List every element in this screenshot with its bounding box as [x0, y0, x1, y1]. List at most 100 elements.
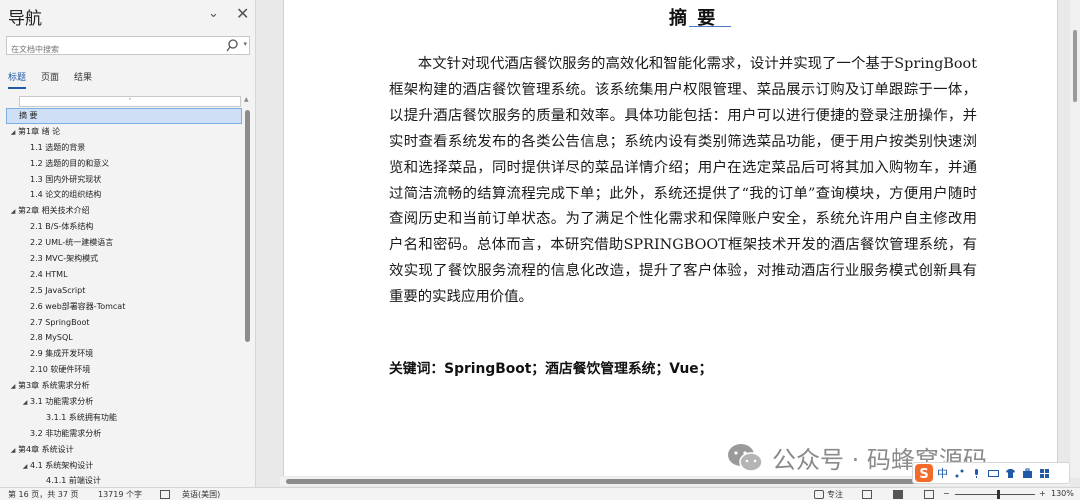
nav-heading-item[interactable]: 2.8 MySQL	[6, 330, 242, 346]
nav-heading-item[interactable]: 3.1.1 系统拥有功能	[6, 410, 242, 426]
focus-mode[interactable]: 专注	[827, 489, 843, 500]
nav-heading-item[interactable]: 1.3 国内外研究现状	[6, 172, 242, 188]
expand-triangle-icon[interactable]: ◢	[20, 395, 30, 410]
ime-language[interactable]: 中	[937, 465, 948, 481]
zoom-in-button[interactable]: +	[1039, 489, 1046, 498]
search-icon[interactable]	[225, 38, 239, 53]
skin-icon[interactable]	[1005, 468, 1016, 479]
nav-heading-item[interactable]: 2.6 web部署容器-Tomcat	[6, 299, 242, 315]
nav-heading-item[interactable]: 2.2 UML-统一建模语言	[6, 235, 242, 251]
nav-heading-item[interactable]: ◢ 4.1 系统架构设计	[6, 458, 242, 474]
nav-heading-label: 1.4 论文的组织结构	[30, 190, 102, 200]
ime-toolbar[interactable]: S 中	[912, 462, 1070, 484]
nav-heading-label: 2.10 软硬件环境	[30, 365, 91, 375]
expand-triangle-icon[interactable]: ◢	[8, 125, 18, 140]
nav-heading-label: 2.8 MySQL	[30, 333, 73, 343]
read-mode-icon[interactable]	[862, 490, 872, 499]
document-page[interactable]: 摘 要 本文针对现代酒店餐饮服务的高效化和智能化需求，设计并实现了一个基于Spr…	[283, 0, 1058, 476]
nav-heading-item[interactable]: 2.9 集成开发环境	[6, 346, 242, 362]
toolbox-icon[interactable]	[1022, 468, 1033, 479]
document-vertical-scrollbar[interactable]	[1070, 0, 1080, 478]
expand-triangle-icon[interactable]: ◢	[20, 459, 30, 474]
grid-menu-icon[interactable]	[1039, 468, 1050, 479]
status-bar: 第 16 页，共 37 页 13719 个字 英语(美国) 专注 − + 130…	[0, 487, 1080, 500]
zoom-level[interactable]: 130%	[1051, 489, 1074, 498]
print-layout-icon[interactable]	[893, 490, 903, 499]
word-count[interactable]: 13719 个字	[98, 489, 142, 500]
zoom-slider[interactable]	[955, 494, 1035, 495]
nav-heading-label: 2.1 B/S-体系结构	[30, 222, 94, 232]
expand-triangle-icon[interactable]: ◢	[8, 443, 18, 458]
nav-heading-item[interactable]: 1.4 论文的组织结构	[6, 187, 242, 203]
title-underline	[689, 26, 731, 27]
tab-pages[interactable]: 页面	[41, 70, 59, 89]
expand-triangle-icon[interactable]: ◢	[8, 379, 18, 394]
search-input[interactable]	[7, 41, 212, 58]
nav-heading-item[interactable]: 2.5 JavaScript	[6, 283, 242, 299]
tab-headings[interactable]: 标题	[8, 70, 27, 89]
nav-heading-item[interactable]: 1.1 选题的背景	[6, 140, 242, 156]
svg-text:S: S	[919, 467, 928, 482]
web-layout-icon[interactable]	[924, 490, 934, 499]
nav-heading-label: 2.9 集成开发环境	[30, 349, 94, 359]
nav-heading-label: 1.3 国内外研究现状	[30, 174, 102, 184]
nav-heading-item[interactable]: 2.1 B/S-体系结构	[6, 219, 242, 235]
keyboard-icon[interactable]	[988, 468, 999, 479]
nav-heading-item[interactable]: 3.2 非功能需求分析	[6, 426, 242, 442]
nav-heading-item[interactable]: 4.1.1 前端设计	[6, 473, 242, 484]
nav-heading-item[interactable]: 2.10 软硬件环境	[6, 362, 242, 378]
nav-heading-item[interactable]: ◢ 第1章 绪 论	[6, 124, 242, 140]
nav-heading-label: 3.2 非功能需求分析	[30, 428, 102, 438]
nav-heading-item[interactable]: 2.7 SpringBoot	[6, 315, 242, 331]
nav-title: 导航	[8, 9, 42, 29]
nav-heading-label: 3.1.1 系统拥有功能	[46, 412, 117, 422]
scroll-up-icon[interactable]: ▲	[244, 96, 249, 103]
language-status[interactable]: 英语(美国)	[182, 489, 220, 500]
nav-heading-label: 2.6 web部署容器-Tomcat	[30, 301, 126, 311]
zoom-slider-thumb[interactable]	[997, 490, 1000, 499]
mic-icon[interactable]	[971, 468, 982, 479]
nav-heading-item[interactable]: 摘 要	[6, 108, 242, 124]
collapse-all-button[interactable]: ˄	[19, 96, 241, 107]
nav-scroll-thumb[interactable]	[245, 110, 250, 342]
punctuation-icon[interactable]	[954, 468, 965, 479]
zoom-out-button[interactable]: −	[943, 489, 950, 498]
nav-heading-label: 4.1.1 前端设计	[46, 476, 101, 484]
nav-heading-item[interactable]: ◢ 第2章 相关技术介绍	[6, 203, 242, 219]
nav-search-box[interactable]: ▾	[6, 36, 250, 58]
proofing-icon[interactable]	[160, 490, 170, 499]
focus-icon[interactable]	[814, 490, 824, 499]
nav-heading-label: 1.2 选题的目的和意义	[30, 158, 110, 168]
nav-heading-label: 2.7 SpringBoot	[30, 317, 90, 327]
vertical-scroll-thumb[interactable]	[1073, 30, 1077, 102]
expand-triangle-icon[interactable]: ◢	[8, 204, 18, 219]
nav-heading-label: 摘 要	[19, 111, 38, 120]
navigation-pane: 导航 ⌄ ✕ ▾ 标题 页面 结果 ˄ 摘 要◢第1章 绪 论1.1 选题的背景…	[0, 0, 256, 487]
nav-heading-label: 2.2 UML-统一建模语言	[30, 238, 114, 248]
nav-heading-label: 2.3 MVC-架构模式	[30, 254, 99, 264]
nav-scrollbar[interactable]: ▲	[243, 96, 252, 482]
nav-heading-item[interactable]: 2.4 HTML	[6, 267, 242, 283]
nav-heading-item[interactable]: ◢ 第4章 系统设计	[6, 442, 242, 458]
nav-heading-label: 第3章 系统需求分析	[18, 381, 90, 391]
nav-heading-label: 2.4 HTML	[30, 269, 68, 279]
nav-heading-label: 3.1 功能需求分析	[30, 397, 94, 407]
wechat-icon	[728, 443, 763, 472]
page-count[interactable]: 第 16 页，共 37 页	[8, 489, 79, 500]
sogou-logo-icon[interactable]: S	[915, 464, 933, 482]
abstract-body: 本文针对现代酒店餐饮服务的高效化和智能化需求，设计并实现了一个基于SpringB…	[389, 56, 977, 306]
nav-heading-label: 第1章 绪 论	[18, 126, 61, 136]
tab-results[interactable]: 结果	[74, 70, 92, 89]
nav-heading-item[interactable]: 1.2 选题的目的和意义	[6, 156, 242, 172]
nav-heading-label: 1.1 选题的背景	[30, 142, 86, 152]
nav-tabs: 标题 页面 结果	[8, 70, 107, 89]
search-options-icon[interactable]: ▾	[243, 40, 247, 48]
horizontal-scroll-thumb[interactable]	[286, 479, 1016, 484]
abstract-title: 摘 要	[669, 4, 731, 30]
close-icon[interactable]: ✕	[236, 4, 249, 23]
chevron-down-icon[interactable]: ⌄	[208, 6, 219, 21]
nav-heading-item[interactable]: ◢ 3.1 功能需求分析	[6, 394, 242, 410]
nav-heading-item[interactable]: 2.3 MVC-架构模式	[6, 251, 242, 267]
nav-heading-item[interactable]: ◢ 第3章 系统需求分析	[6, 378, 242, 394]
nav-heading-label: 第4章 系统设计	[18, 444, 74, 454]
